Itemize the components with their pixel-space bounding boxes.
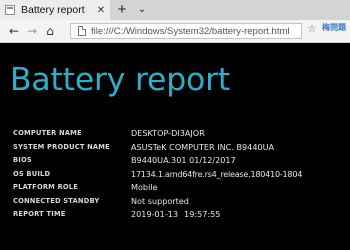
forward-button[interactable]: → xyxy=(24,23,40,39)
tab-battery-report[interactable]: Battery report ✕ xyxy=(0,0,110,20)
navigation-bar: ← → ⌂ file:///C:/Windows/System32/batter… xyxy=(0,20,350,43)
info-label: OS BUILD xyxy=(13,169,51,178)
address-url[interactable]: file:///C:/Windows/System32/battery-repo… xyxy=(91,26,290,37)
info-value: Mobile xyxy=(131,182,158,192)
info-label: SYSTEM PRODUCT NAME xyxy=(13,142,110,151)
page-title: Battery report xyxy=(10,62,231,98)
info-value: ASUSTeK COMPUTER INC. B9440UA xyxy=(131,141,275,152)
info-label: BIOS xyxy=(13,156,32,164)
info-value: 17134.1.amd64fre.rs4_release.180410-1804 xyxy=(131,168,303,179)
info-row-connected-standby: CONNECTED STANDBY Not supported xyxy=(13,195,350,209)
info-row-os-build: OS BUILD 17134.1.amd64fre.rs4_release.18… xyxy=(13,168,350,182)
home-button[interactable]: ⌂ xyxy=(42,23,58,39)
tab-title: Battery report xyxy=(21,4,85,16)
tab-list-chevron-icon[interactable]: ⌄ xyxy=(134,2,150,18)
info-label: REPORT TIME xyxy=(13,210,66,218)
info-row-computer-name: COMPUTER NAME DESKTOP-DI3AJOR xyxy=(13,127,350,141)
tab-bar: Battery report ✕ + ⌄ xyxy=(0,0,350,20)
file-page-icon xyxy=(78,26,86,36)
info-row-bios: BIOS B9440UA.301 01/12/2017 xyxy=(13,154,350,168)
info-row-system-product-name: SYSTEM PRODUCT NAME ASUSTeK COMPUTER INC… xyxy=(13,141,350,155)
back-button[interactable]: ← xyxy=(6,23,22,39)
info-label: COMPUTER NAME xyxy=(13,129,82,137)
info-value: DESKTOP-DI3AJOR xyxy=(131,128,205,138)
report-time: 19:57:55 xyxy=(184,209,221,219)
info-label: CONNECTED STANDBY xyxy=(13,196,100,205)
info-value: Not supported xyxy=(131,195,189,206)
new-tab-button[interactable]: + xyxy=(113,1,131,19)
watermark: 梅問題 xyxy=(322,23,346,32)
page-favicon-icon xyxy=(5,5,15,15)
info-value: B9440UA.301 01/12/2017 xyxy=(131,155,236,165)
close-tab-icon[interactable]: ✕ xyxy=(94,5,108,16)
info-row-report-time: REPORT TIME 2019-01-13 19:57:55 xyxy=(13,208,350,222)
report-date: 2019-01-13 xyxy=(131,209,179,219)
info-row-platform-role: PLATFORM ROLE Mobile xyxy=(13,181,350,195)
favorite-star-icon[interactable]: ☆ xyxy=(306,23,318,37)
address-bar[interactable]: file:///C:/Windows/System32/battery-repo… xyxy=(70,23,302,39)
info-label: PLATFORM ROLE xyxy=(13,183,79,191)
system-info-table: COMPUTER NAME DESKTOP-DI3AJOR SYSTEM PRO… xyxy=(13,127,350,222)
info-value: 2019-01-13 19:57:55 xyxy=(131,208,220,221)
